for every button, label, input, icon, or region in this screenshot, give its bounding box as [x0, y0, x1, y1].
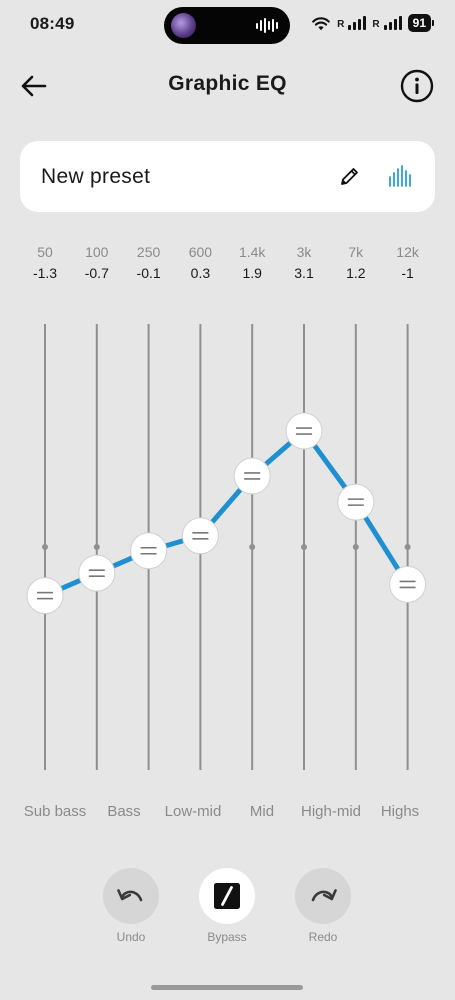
wifi-icon [311, 16, 331, 31]
redo-label: Redo [308, 930, 338, 944]
redo-button[interactable]: Redo [295, 868, 351, 944]
undo-icon [117, 889, 143, 902]
redo-icon [311, 889, 337, 902]
band-zero-marker [404, 544, 411, 550]
status-bar: 08:49 R R 91 [0, 0, 455, 52]
band-zero-marker [301, 544, 307, 550]
undo-button[interactable]: Undo [103, 868, 159, 944]
info-button[interactable] [400, 69, 434, 103]
band-header: 12k -1 [378, 244, 438, 282]
undo-button-circle[interactable] [103, 868, 159, 924]
cellular-signal-icon: R [337, 16, 367, 30]
pencil-icon [341, 168, 358, 185]
band-slider-handle[interactable] [181, 517, 219, 555]
now-playing-artwork [171, 13, 196, 38]
region-label-high-mid: High-mid [300, 803, 362, 820]
band-zero-marker [352, 544, 359, 550]
handle-knob[interactable] [78, 554, 116, 592]
status-time: 08:49 [30, 14, 75, 33]
handle-knob[interactable] [285, 412, 323, 450]
carrier-indicator: R [337, 19, 345, 30]
preset-card[interactable]: New preset [20, 141, 435, 212]
region-label-mid: Mid [249, 803, 275, 820]
band-gain: -1 [401, 265, 414, 281]
band-zero-marker [42, 544, 48, 550]
bypass-button-circle[interactable] [199, 868, 255, 924]
region-label-low-mid: Low-mid [164, 803, 222, 820]
region-label-highs: Highs [380, 803, 420, 820]
cellular-signal-icon: R [372, 16, 402, 30]
status-indicators: R R 91 [311, 14, 435, 32]
band-slider-handle[interactable] [233, 457, 271, 495]
region-label-sub-bass: Sub bass [23, 803, 87, 820]
preset-name: New preset [41, 165, 151, 188]
bypass-button[interactable]: Bypass [199, 868, 255, 944]
audio-waveform-icon [256, 17, 278, 34]
dynamic-island[interactable] [164, 7, 290, 44]
band-slider-handle[interactable] [130, 532, 168, 570]
band-slider-handle[interactable] [389, 565, 427, 603]
band-frequency: 12k [396, 244, 419, 260]
graphic-eq-screen: 08:49 R R 91 Graphic EQ New preset 50 -1… [0, 0, 455, 1000]
undo-label: Undo [116, 930, 146, 944]
band-slider-handle[interactable] [285, 412, 323, 450]
handle-knob[interactable] [233, 457, 271, 495]
carrier-indicator: R [372, 19, 380, 30]
edit-preset-button[interactable] [338, 164, 362, 188]
home-indicator[interactable] [151, 985, 303, 990]
band-slider-handle[interactable] [26, 577, 64, 615]
band-zero-marker [93, 544, 100, 550]
handle-knob[interactable] [389, 565, 427, 603]
band-slider-handle[interactable] [78, 554, 116, 592]
battery-indicator: 91 [407, 14, 435, 32]
region-label-bass: Bass [107, 803, 141, 820]
equalizer-view-button[interactable] [388, 163, 414, 189]
info-circle-icon [400, 69, 434, 103]
handle-knob[interactable] [26, 577, 64, 615]
page-title: Graphic EQ [168, 72, 287, 95]
equalizer-bars-icon [389, 165, 411, 187]
sennheiser-logo-icon [214, 883, 240, 909]
bypass-label: Bypass [207, 930, 247, 944]
handle-knob[interactable] [337, 483, 375, 521]
handle-knob[interactable] [181, 517, 219, 555]
band-zero-marker [249, 544, 256, 550]
redo-button-circle[interactable] [295, 868, 351, 924]
handle-knob[interactable] [130, 532, 168, 570]
band-slider-handle[interactable] [337, 483, 375, 521]
